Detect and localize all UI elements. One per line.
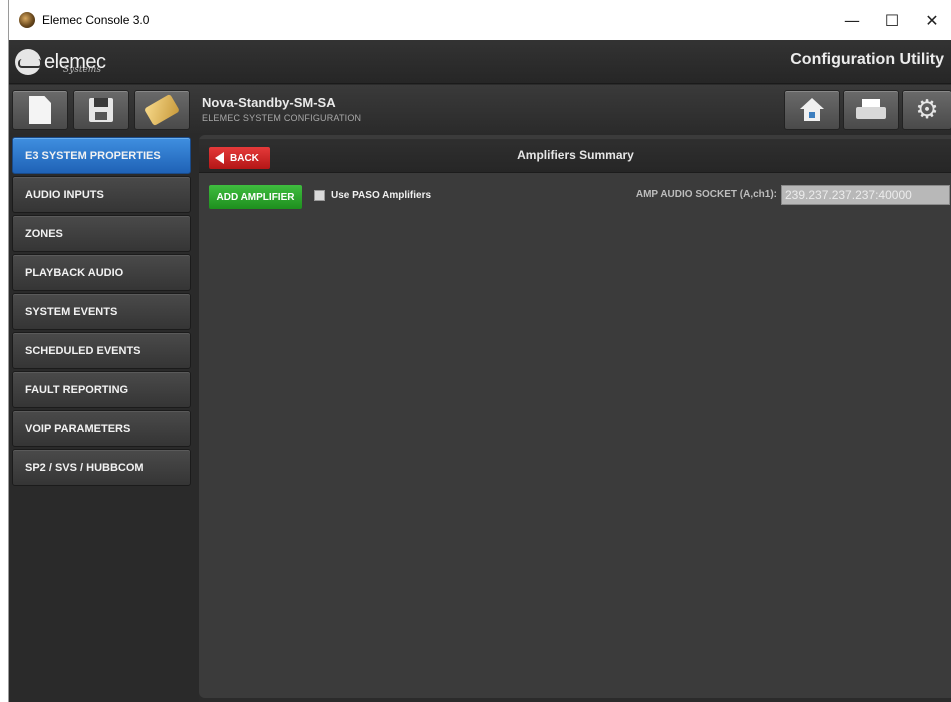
new-document-icon xyxy=(29,96,51,124)
sidebar-item-label: SYSTEM EVENTS xyxy=(25,305,118,318)
window-controls: — ☐ ✕ xyxy=(832,0,951,40)
sidebar-item-zones[interactable]: ZONES xyxy=(12,215,191,252)
sidebar-item-label: AUDIO INPUTS xyxy=(25,188,104,201)
tag-button[interactable] xyxy=(134,90,190,130)
checkbox-box[interactable] xyxy=(314,190,325,201)
tag-icon xyxy=(144,93,180,127)
sidebar-item-label: SCHEDULED EVENTS xyxy=(25,344,141,357)
home-button[interactable] xyxy=(784,90,840,130)
sidebar-item-voip-parameters[interactable]: VOIP PARAMETERS xyxy=(12,410,191,447)
sidebar-item-label: VOIP PARAMETERS xyxy=(25,422,131,435)
sidebar-item-label: FAULT REPORTING xyxy=(25,383,129,396)
settings-button[interactable]: ⚙ xyxy=(902,90,951,130)
new-document-button[interactable] xyxy=(12,90,68,130)
maximize-button[interactable]: ☐ xyxy=(872,0,912,40)
sidebar-item-playback-audio[interactable]: PLAYBACK AUDIO xyxy=(12,254,191,291)
toolbar: Nova-Standby-SM-SA ELEMEC SYSTEM CONFIGU… xyxy=(9,85,951,135)
sidebar-item-label: SP2 / SVS / HUBBCOM xyxy=(25,461,144,474)
sidebar-item-label: ZONES xyxy=(25,227,63,240)
sidebar-item-scheduled-events[interactable]: SCHEDULED EVENTS xyxy=(12,332,191,369)
document-title: Nova-Standby-SM-SA xyxy=(202,95,336,110)
use-paso-label: Use PASO Amplifiers xyxy=(331,190,432,201)
gear-icon: ⚙ xyxy=(915,95,939,125)
sidebar-item-fault-reporting[interactable]: FAULT REPORTING xyxy=(12,371,191,408)
app-window: Elemec Console 3.0 — ☐ ✕ elemec Systems … xyxy=(8,0,951,702)
add-amplifier-button[interactable]: ADD AMPLIFIER xyxy=(209,185,302,209)
home-icon xyxy=(800,98,824,122)
title-bar: Elemec Console 3.0 — ☐ ✕ xyxy=(9,0,951,40)
amp-audio-socket-field[interactable] xyxy=(781,185,950,205)
sidebar-item-audio-inputs[interactable]: AUDIO INPUTS xyxy=(12,176,191,213)
amp-audio-socket-label: AMP AUDIO SOCKET (A,ch1): xyxy=(635,189,777,200)
printer-icon xyxy=(856,99,886,121)
save-icon xyxy=(89,98,113,122)
document-subtitle: ELEMEC SYSTEM CONFIGURATION xyxy=(202,113,362,123)
brand-bar: elemec Systems Configuration Utility xyxy=(9,40,951,84)
app-icon xyxy=(19,12,35,28)
save-button[interactable] xyxy=(73,90,129,130)
elemec-logo-icon xyxy=(15,49,42,75)
window-title: Elemec Console 3.0 xyxy=(42,13,150,27)
logo-subtext: Systems xyxy=(63,65,101,75)
sidebar-item-sp2-svs-hubbcom[interactable]: SP2 / SVS / HUBBCOM xyxy=(12,449,191,486)
minimize-button[interactable]: — xyxy=(832,0,872,40)
elemec-logo: elemec Systems xyxy=(15,46,106,78)
print-button[interactable] xyxy=(843,90,899,130)
sidebar-item-label: PLAYBACK AUDIO xyxy=(25,266,124,279)
amplifiers-summary-panel: BACK Amplifiers Summary ADD AMPLIFIER Us… xyxy=(199,135,951,698)
sidebar-item-e3-system-properties[interactable]: E3 SYSTEM PROPERTIES xyxy=(12,137,191,174)
use-paso-checkbox[interactable]: Use PASO Amplifiers xyxy=(314,190,431,201)
close-button[interactable]: ✕ xyxy=(912,0,951,40)
page-title: Amplifiers Summary xyxy=(517,148,634,162)
sidebar: E3 SYSTEM PROPERTIES AUDIO INPUTS ZONES … xyxy=(9,135,199,702)
app-title: Configuration Utility xyxy=(790,51,944,68)
sidebar-item-system-events[interactable]: SYSTEM EVENTS xyxy=(12,293,191,330)
panel-header: BACK Amplifiers Summary xyxy=(199,139,951,173)
sidebar-item-label: E3 SYSTEM PROPERTIES xyxy=(25,149,161,162)
